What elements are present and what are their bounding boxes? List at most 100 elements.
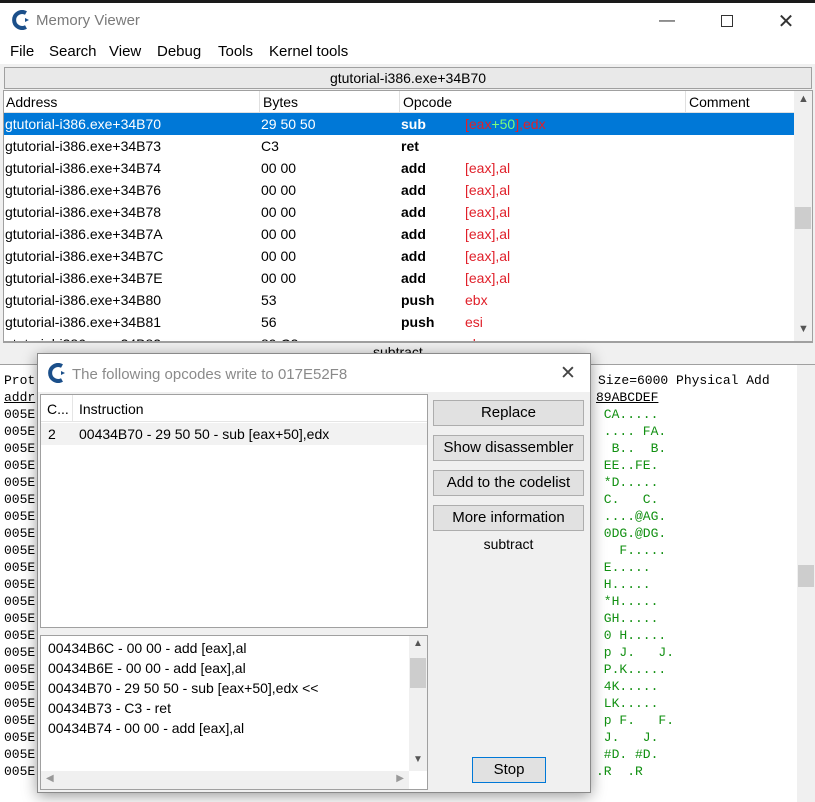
hex-scroll-thumb[interactable] (798, 565, 814, 587)
row-operand: ebx,eax (465, 333, 514, 341)
row-bytes: 00 00 (261, 160, 297, 176)
header-bytes[interactable]: Bytes (263, 94, 298, 110)
hex-addr-label: addr (4, 390, 36, 405)
disasm-row[interactable]: gtutorial-i386.exe+34B7C 00 00 add [eax],al (4, 245, 794, 267)
disasm-scrollbar[interactable]: ▲ ▼ (794, 91, 812, 341)
disasm-row[interactable]: gtutorial-i386.exe+34B7E 00 00 add [eax],al (4, 267, 794, 289)
maximize-button[interactable] (712, 8, 742, 34)
code-context-view[interactable]: 00434B6C - 00 00 - add [eax],al 00434B6E… (40, 635, 428, 790)
row-bytes: 00 00 (261, 248, 297, 264)
row-opcode: push (401, 314, 435, 330)
hex-row-ascii: GH..... (596, 611, 659, 626)
list-item[interactable]: 2 00434B70 - 29 50 50 - sub [eax+50],edx (41, 423, 427, 445)
hex-row-address: 005E (4, 628, 36, 643)
scroll-right-icon[interactable]: ▶ (396, 773, 404, 784)
row-address: gtutorial-i386.exe+34B76 (5, 182, 162, 198)
add-to-codelist-button[interactable]: Add to the codelist (433, 470, 584, 496)
scroll-thumb[interactable] (795, 207, 811, 229)
disasm-row[interactable]: gtutorial-i386.exe+34B74 00 00 add [eax],al (4, 157, 794, 179)
header-count[interactable]: C... (47, 401, 69, 417)
address-bar[interactable]: gtutorial-i386.exe+34B70 (4, 67, 812, 89)
cheat-engine-icon (12, 10, 29, 30)
hex-row-address: 005E (4, 747, 36, 762)
hex-row-ascii: 4K..... (596, 679, 659, 694)
disasm-row[interactable]: gtutorial-i386.exe+34B73 C3 ret (4, 135, 794, 157)
header-address[interactable]: Address (6, 94, 57, 110)
code-line: 00434B70 - 29 50 50 - sub [eax+50],edx <… (48, 680, 319, 696)
scroll-left-icon[interactable]: ◀ (46, 773, 54, 784)
hex-row-ascii: p F. F. (596, 713, 675, 728)
row-operand: [eax],al (465, 182, 511, 198)
hex-row-ascii: EE..FE. (596, 458, 659, 473)
minimize-button[interactable]: — (652, 8, 682, 34)
scroll-down-icon[interactable]: ▼ (798, 323, 809, 335)
menu-view[interactable]: View (109, 43, 141, 60)
code-line: 00434B6C - 00 00 - add [eax],al (48, 640, 247, 656)
scroll-down-icon[interactable]: ▼ (413, 754, 423, 765)
disasm-row[interactable]: gtutorial-i386.exe+34B78 00 00 add [eax],al (4, 201, 794, 223)
disasm-header: Address Bytes Opcode Comment (4, 91, 812, 113)
header-opcode[interactable]: Opcode (403, 94, 452, 110)
disasm-row[interactable]: gtutorial-i386.exe+34B80 53 push ebx (4, 289, 794, 311)
hex-scrollbar[interactable] (797, 365, 815, 802)
code-vscroll[interactable]: ▲ ▼ (409, 636, 427, 771)
menu-file[interactable]: File (10, 43, 34, 60)
disasm-row[interactable]: gtutorial-i386.exe+34B76 00 00 add [eax],al (4, 179, 794, 201)
more-information-button[interactable]: More information (433, 505, 584, 531)
hex-row-ascii: H..... (596, 577, 651, 592)
code-scroll-thumb[interactable] (410, 658, 426, 688)
row-address: gtutorial-i386.exe+34B7A (5, 226, 163, 242)
hex-row-address: 005E (4, 645, 36, 660)
hex-row-address: 005E (4, 543, 36, 558)
hex-row-ascii: .... FA. (596, 424, 667, 439)
disassembler-view[interactable]: Address Bytes Opcode Comment gtutorial-i… (3, 90, 813, 342)
stop-button[interactable]: Stop (472, 757, 546, 783)
disasm-row[interactable]: gtutorial-i386.exe+34B81 56 push esi (4, 311, 794, 333)
header-comment[interactable]: Comment (689, 94, 750, 110)
menu-debug[interactable]: Debug (157, 43, 201, 60)
row-operand: [eax],al (465, 270, 511, 286)
row-operand: [eax],al (465, 248, 511, 264)
row-address: gtutorial-i386.exe+34B78 (5, 204, 162, 220)
top-strip (0, 0, 815, 3)
row-opcode: add (401, 182, 426, 198)
item-instruction: 00434B70 - 29 50 50 - sub [eax+50],edx (79, 426, 330, 442)
hex-col-header: 89ABCDEF (596, 390, 659, 405)
disasm-row[interactable]: gtutorial-i386.exe+34B7A 00 00 add [eax],al (4, 223, 794, 245)
opcode-list[interactable]: C... Instruction 2 00434B70 - 29 50 50 -… (40, 394, 428, 628)
window-title: Memory Viewer (36, 12, 140, 29)
row-operand: [eax+50],edx (465, 116, 546, 132)
hex-row-ascii: E..... (596, 560, 651, 575)
code-line: 00434B74 - 00 00 - add [eax],al (48, 720, 245, 736)
close-button[interactable]: ✕ (771, 8, 801, 34)
hex-row-address: 005E (4, 441, 36, 456)
row-address: gtutorial-i386.exe+34B74 (5, 160, 162, 176)
row-opcode: push (401, 292, 435, 308)
hex-row-address: 005E (4, 424, 36, 439)
show-disassembler-button[interactable]: Show disassembler (433, 435, 584, 461)
scroll-up-icon[interactable]: ▲ (798, 93, 809, 105)
code-line: 00434B6E - 00 00 - add [eax],al (48, 660, 246, 676)
code-hscroll[interactable]: ◀ ▶ (41, 771, 409, 789)
row-bytes: C3 (261, 138, 279, 154)
hex-header-left: Prot (4, 373, 36, 388)
row-address: gtutorial-i386.exe+34B80 (5, 292, 162, 308)
header-instruction[interactable]: Instruction (79, 401, 144, 417)
row-bytes: 89 C3 (261, 333, 298, 341)
row-address: gtutorial-i386.exe+34B70 (5, 116, 162, 132)
dialog-close-icon[interactable]: ✕ (560, 362, 576, 385)
row-address: gtutorial-i386.exe+34B81 (5, 314, 162, 330)
menu-kernel-tools[interactable]: Kernel tools (269, 43, 348, 60)
menu-search[interactable]: Search (49, 43, 97, 60)
hex-row-address: 005E (4, 509, 36, 524)
row-opcode: sub (401, 116, 426, 132)
scroll-up-icon[interactable]: ▲ (413, 638, 423, 649)
disasm-row-selected[interactable]: gtutorial-i386.exe+34B70 29 50 50 sub [e… (4, 113, 794, 135)
row-opcode: add (401, 248, 426, 264)
disasm-row-partial[interactable]: gtutorial-i386.exe+34B82 89 C3 ebx,eax (4, 333, 794, 341)
replace-button[interactable]: Replace (433, 400, 584, 426)
hex-row-ascii: F..... (596, 543, 667, 558)
hex-row-ascii: .R .R (596, 764, 643, 779)
menu-tools[interactable]: Tools (218, 43, 253, 60)
hex-row-address: 005E (4, 764, 36, 779)
